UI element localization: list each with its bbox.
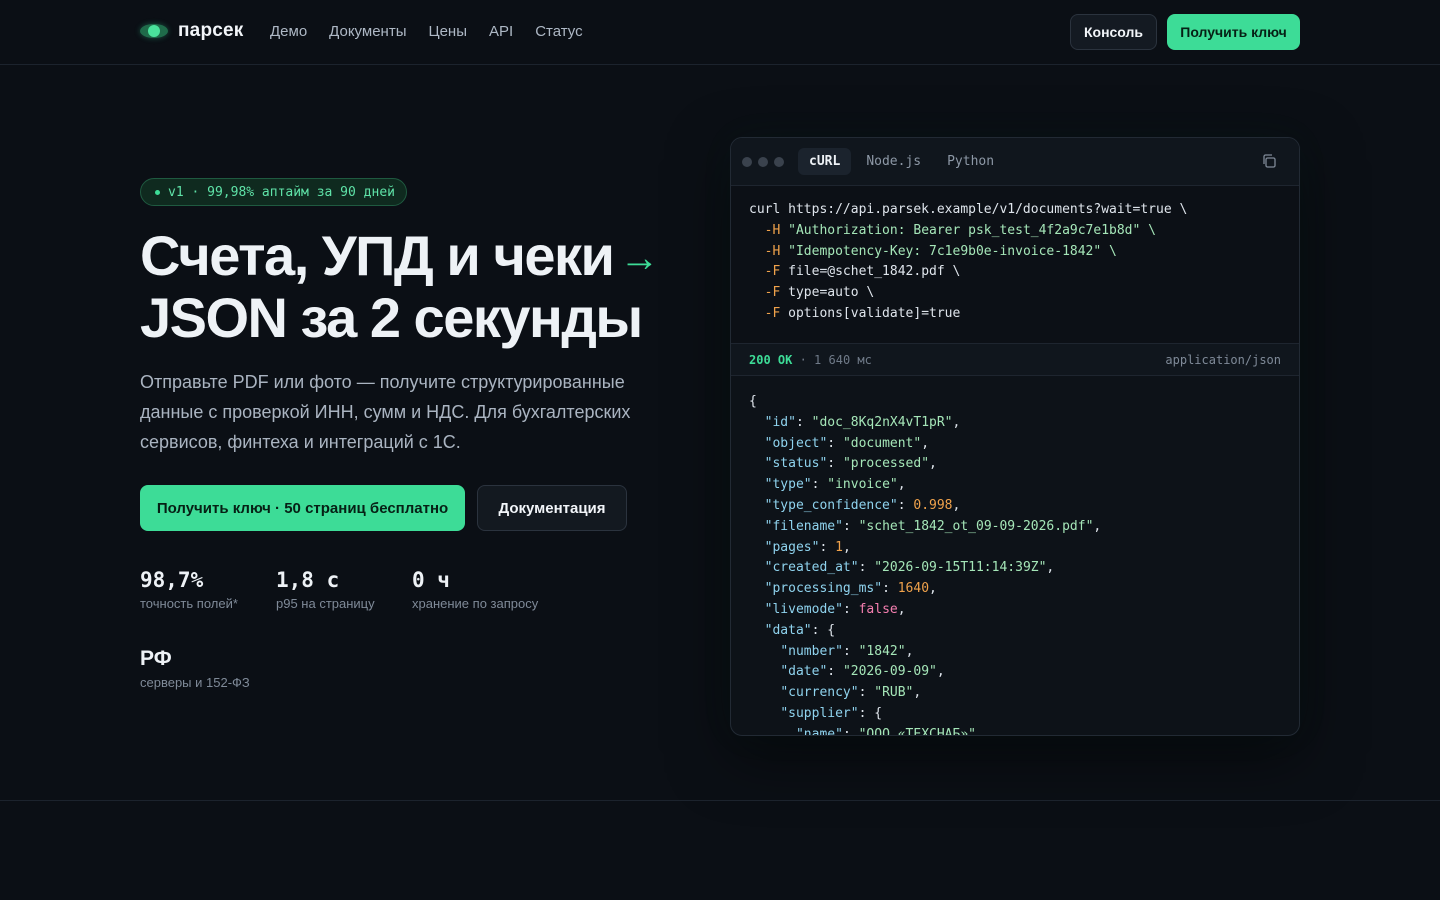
response-json: { "id": "doc_8Kq2nX4vT1pR", "object": "d…: [731, 376, 1299, 736]
json-line: "number": "1842",: [780, 643, 914, 659]
code-tabs: cURL Node.js Python: [798, 148, 1005, 175]
code-panel: cURL Node.js Python curl https://api.par…: [730, 137, 1300, 736]
arrow-right-icon: →: [619, 236, 659, 280]
window-dot-icon: [758, 156, 768, 167]
request-code: curl https://api.parsek.example/v1/docum…: [731, 186, 1299, 344]
content-type: application/json: [1165, 352, 1281, 367]
code-line: -H "Authorization: Bearer psk_test_4f2a9…: [764, 222, 1156, 238]
tab-nodejs[interactable]: Node.js: [855, 148, 932, 175]
json-line: "created_at": "2026-09-15T11:14:39Z",: [764, 560, 1055, 576]
code-line: -H "Idempotency-Key: 7c1e9b0e-invoice-18…: [764, 243, 1117, 259]
tab-python[interactable]: Python: [936, 148, 1005, 175]
stat-value: РФ: [140, 647, 172, 670]
json-line: "filename": "schet_1842_ot_09-09-2026.pd…: [764, 518, 1102, 534]
get-key-free-button[interactable]: Получить ключ · 50 страниц бесплатно: [140, 485, 465, 531]
nav-link-demo[interactable]: Демо: [270, 23, 307, 40]
nav-link-docs[interactable]: Документы: [329, 23, 406, 40]
status-code: 200 OK: [749, 352, 793, 367]
hero-title: Счета, УПД и чеки → JSON за 2 секунды: [140, 226, 700, 348]
code-line: -F file=@schet_1842.pdf \: [764, 264, 961, 280]
stat-region: РФ серверы и 152-ФЗ: [140, 647, 250, 690]
json-line: "date": "2026-09-09",: [780, 664, 945, 680]
json-line: "data": {: [764, 622, 836, 638]
json-line: "processing_ms": 1640,: [764, 581, 937, 597]
response-time: · 1 640 мс: [799, 352, 872, 367]
uptime-badge-text: v1 · 99,98% аптайм за 90 дней: [168, 184, 395, 200]
status-dot-icon: [155, 189, 160, 195]
nav-link-api[interactable]: API: [489, 23, 513, 40]
stat-latency: 1,8 с p95 на страницу: [276, 568, 375, 611]
brand-name: парсек: [178, 20, 244, 41]
json-line: "status": "processed",: [764, 456, 937, 472]
window-dot-icon: [774, 156, 784, 167]
stat-value: 0 ч: [412, 568, 450, 592]
stat-accuracy: 98,7% точность полей*: [140, 568, 238, 611]
stat-label: хранение по запросу: [412, 596, 539, 611]
json-line: "object": "document",: [764, 435, 930, 451]
json-line: "type": "invoice",: [764, 477, 906, 493]
stat-label: точность полей*: [140, 596, 238, 611]
stat-value: 1,8 с: [276, 568, 340, 592]
console-button[interactable]: Консоль: [1070, 14, 1157, 50]
stat-value: 98,7%: [140, 568, 204, 592]
get-key-button[interactable]: Получить ключ: [1167, 14, 1300, 50]
code-line: -F options[validate]=true: [764, 305, 961, 321]
stat-label: p95 на страницу: [276, 596, 375, 611]
documentation-button[interactable]: Документация: [477, 485, 627, 531]
stat-retention: 0 ч хранение по запросу: [412, 568, 538, 611]
code-panel-header: cURL Node.js Python: [731, 138, 1299, 186]
copy-icon[interactable]: [1261, 153, 1277, 169]
json-line: "livemode": false,: [764, 601, 906, 617]
hero-title-line1: Счета, УПД и чеки: [140, 224, 615, 287]
top-nav: парсек Демо Документы Цены API Статус Ко…: [0, 0, 1440, 65]
json-line: "id": "doc_8Kq2nX4vT1pR",: [764, 414, 961, 430]
brand-logo[interactable]: парсек: [140, 20, 244, 42]
hero-title-line2: JSON за 2 секунды: [140, 286, 643, 349]
logo-icon: [140, 22, 168, 40]
nav-link-pricing[interactable]: Цены: [428, 23, 467, 40]
code-line: -F type=auto \: [764, 285, 875, 301]
json-line: "name": "ООО «ТЕХСНАБ»",: [795, 726, 984, 736]
json-line: "type_confidence": 0.998,: [764, 497, 961, 513]
tab-curl[interactable]: cURL: [798, 148, 852, 175]
json-line: "supplier": {: [780, 705, 883, 721]
json-line: "pages": 1,: [764, 539, 851, 555]
uptime-badge: v1 · 99,98% аптайм за 90 дней: [140, 178, 407, 206]
hero-subtitle: Отправьте PDF или фото — получите структ…: [140, 372, 631, 452]
json-line: "currency": "RUB",: [780, 685, 922, 701]
response-status-bar: 200 OK · 1 640 мс application/json: [731, 344, 1299, 376]
code-line: curl https://api.parsek.example/v1/docum…: [749, 202, 1188, 217]
section-divider: [0, 800, 1440, 801]
window-dot-icon: [742, 156, 752, 167]
nav-link-status[interactable]: Статус: [535, 23, 582, 40]
nav-links: Демо Документы Цены API Статус: [270, 23, 583, 40]
stat-label: серверы и 152-ФЗ: [140, 675, 250, 690]
